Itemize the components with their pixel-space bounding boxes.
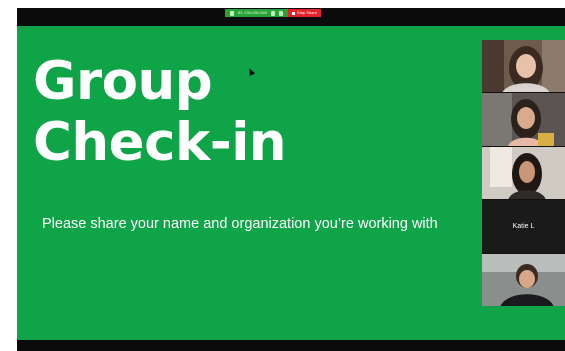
participant-video-tile[interactable] [482, 253, 565, 306]
meeting-id-label: ID: 239-090-940 [238, 10, 267, 15]
stop-share-label: Stop Share [296, 10, 317, 15]
participant-name: Katie L [512, 222, 535, 230]
sharing-icon [230, 10, 234, 16]
stop-share-button[interactable]: Stop Share [287, 9, 321, 17]
participant-video-thumbnail [482, 93, 565, 146]
participant-video-thumbnail [482, 253, 565, 306]
participant-video-tile[interactable] [482, 40, 565, 93]
microphone-icon[interactable] [270, 10, 275, 16]
share-status-indicator[interactable]: ID: 239-090-940 [225, 9, 288, 17]
slide-title-line-2: Check-in [33, 112, 287, 173]
participant-video-tile[interactable] [482, 93, 565, 146]
slide-title-line-1: Group [33, 51, 213, 112]
screen-share-control-bar: ID: 239-090-940 Stop Share [225, 9, 321, 17]
meeting-bottom-bar [17, 340, 565, 351]
participant-gallery: Katie L [482, 40, 565, 306]
slide-subtitle: Please share your name and organization … [42, 216, 438, 232]
participant-video-tile[interactable] [482, 146, 565, 200]
participant-video-thumbnail [482, 40, 565, 93]
participant-name-tile[interactable]: Katie L [482, 200, 565, 253]
lock-icon[interactable] [278, 10, 283, 16]
stop-icon [291, 11, 295, 15]
participant-video-thumbnail [482, 146, 565, 200]
